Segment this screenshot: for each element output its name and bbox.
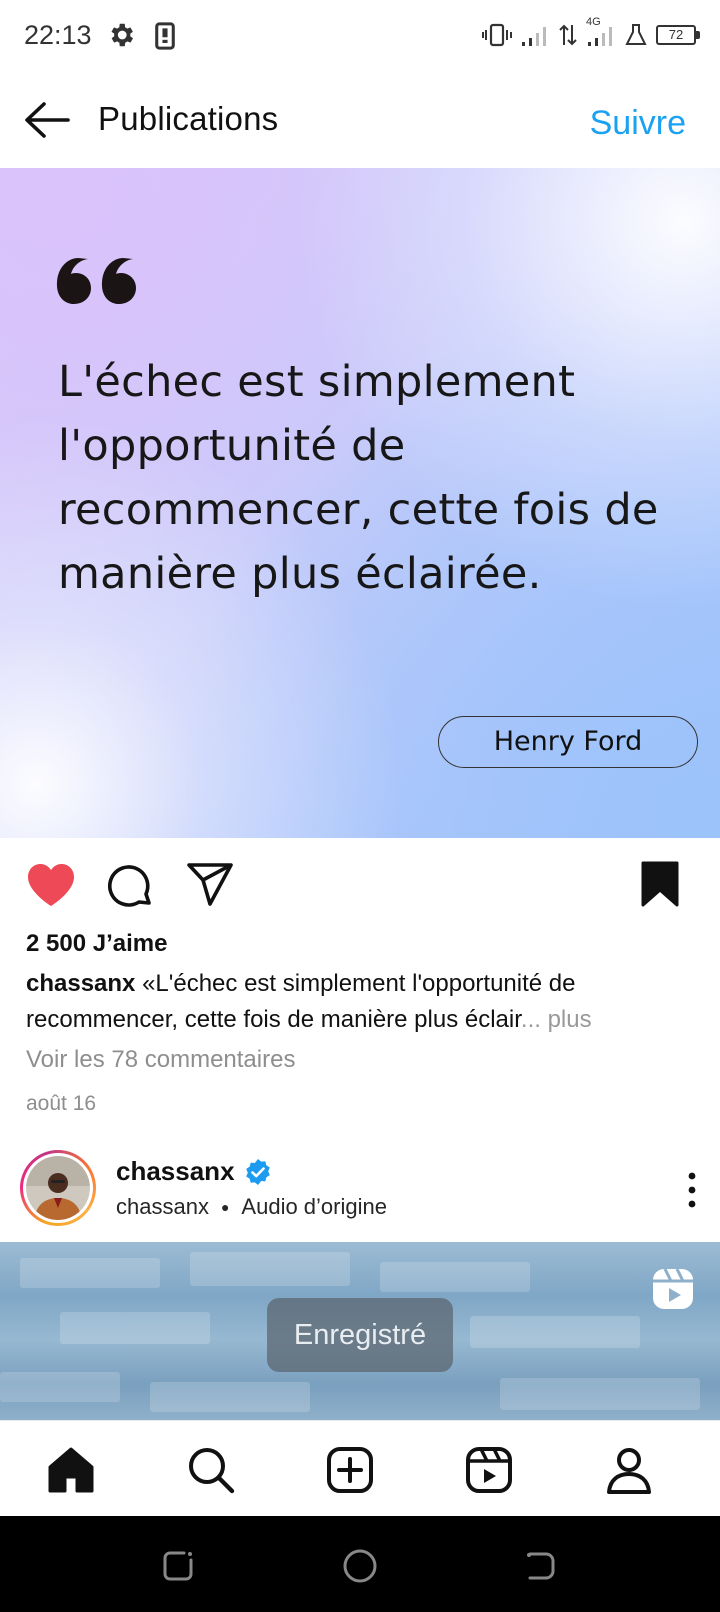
bottom-navigation <box>0 1420 720 1516</box>
status-indicators: 4G 72 <box>482 16 700 50</box>
post-actions <box>0 838 720 928</box>
quote-text: L'échec est simplement l'opportunité de … <box>58 357 659 599</box>
more-options-icon[interactable] <box>680 1168 704 1212</box>
top-app-bar: Publications Suivre <box>0 72 720 168</box>
view-comments-link[interactable]: Voir les 78 commentaires <box>26 1046 295 1074</box>
avatar <box>26 1156 90 1220</box>
battery-icon: 72 <box>656 25 700 45</box>
caption-more-link[interactable]: ... plus <box>521 1006 592 1033</box>
gear-icon <box>111 23 133 47</box>
vibrate-icon <box>482 23 512 47</box>
home-button-icon[interactable] <box>340 1546 380 1586</box>
search-icon[interactable] <box>186 1445 236 1495</box>
comment-icon[interactable] <box>106 862 154 910</box>
system-navigation <box>0 1516 720 1612</box>
reels-icon[interactable] <box>464 1445 514 1495</box>
caption-username[interactable]: chassanx <box>26 970 135 997</box>
phone-icon <box>155 22 175 50</box>
next-post-header: chassanx chassanx ● Audio d’origine <box>0 1146 720 1242</box>
share-icon[interactable] <box>186 862 234 908</box>
post-image[interactable]: L'échec est simplement l'opportunité de … <box>0 168 720 838</box>
likes-count[interactable]: 2 500 J’aime <box>26 930 167 958</box>
status-bar: 22:13 4G 72 <box>0 0 720 72</box>
next-post-subline: chassanx ● Audio d’origine <box>116 1194 387 1220</box>
saved-toast: Enregistré <box>267 1298 453 1372</box>
post-caption[interactable]: chassanx «L'échec est simplement l'oppor… <box>26 966 702 1038</box>
create-icon[interactable] <box>325 1445 375 1495</box>
status-time: 22:13 <box>24 20 92 50</box>
follow-button[interactable]: Suivre <box>590 104 686 143</box>
quote-author: Henry Ford <box>438 716 698 768</box>
reel-preview[interactable]: Enregistré <box>0 1242 720 1420</box>
like-heart-icon[interactable] <box>26 862 76 908</box>
page-title: Publications <box>98 100 279 137</box>
next-post-username[interactable]: chassanx <box>116 1156 235 1187</box>
battery-level: 72 <box>668 27 684 42</box>
home-icon[interactable] <box>46 1445 96 1495</box>
beaker-icon <box>625 24 647 45</box>
reel-badge-icon <box>653 1268 693 1309</box>
signal-icon <box>522 27 546 46</box>
bookmark-saved-icon[interactable] <box>640 860 680 908</box>
arrow-left-icon[interactable] <box>22 98 72 142</box>
story-ring[interactable] <box>20 1150 96 1226</box>
profile-icon[interactable] <box>604 1445 654 1495</box>
quote-mark-icon <box>56 258 137 304</box>
data-transfer-icon <box>559 24 577 46</box>
signal-4g-icon: 4G <box>586 16 616 48</box>
post-date: août 16 <box>26 1092 97 1115</box>
verified-badge-icon <box>246 1159 270 1185</box>
separator-dot: ● <box>220 1199 230 1215</box>
next-post-subuser[interactable]: chassanx <box>116 1194 209 1220</box>
recents-icon[interactable] <box>158 1546 198 1586</box>
audio-label[interactable]: Audio d’origine <box>241 1194 387 1220</box>
back-button-icon[interactable] <box>520 1546 560 1586</box>
